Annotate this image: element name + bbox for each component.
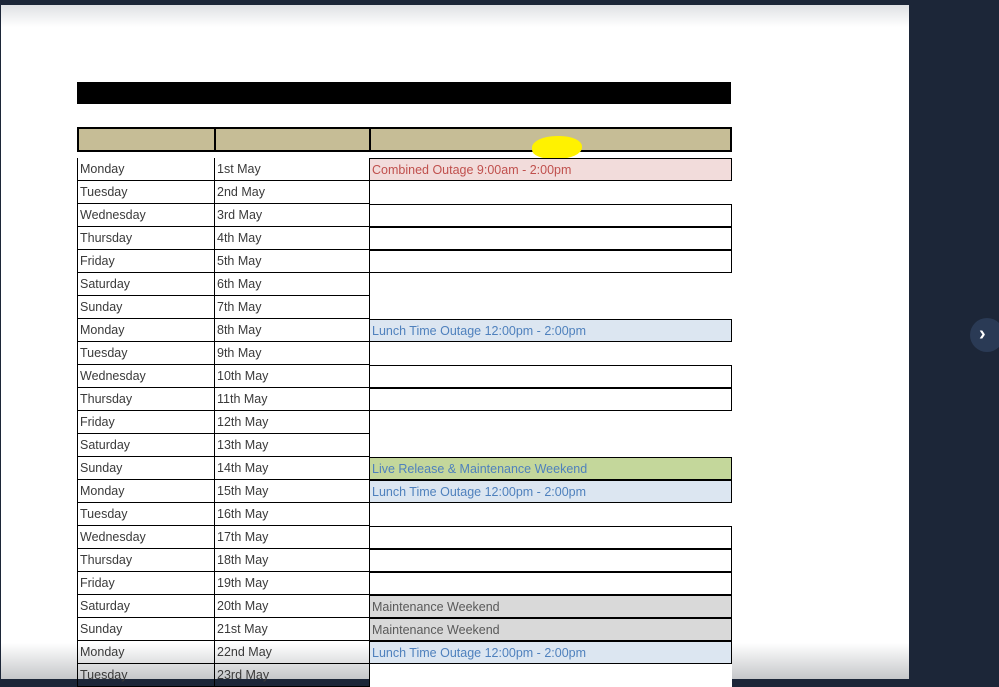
table-cell-date: 13th May: [214, 434, 370, 457]
table-cell-day: Tuesday: [77, 503, 215, 526]
header-cell-date: [216, 129, 371, 150]
table-cell-day: Monday: [77, 641, 215, 664]
table-cell-date: 15th May: [214, 480, 370, 503]
table-cell-note: [369, 549, 732, 572]
chevron-right-icon: ›: [979, 323, 986, 345]
yellow-highlight-mark: [532, 136, 582, 159]
table-cell-date: 19th May: [214, 572, 370, 595]
table-cell-date: 4th May: [214, 227, 370, 250]
table-cell-date: 9th May: [214, 342, 370, 365]
table-cell-day: Sunday: [77, 618, 215, 641]
table-header-row: [77, 127, 732, 152]
table-cell-note: [369, 411, 732, 434]
table-cell-note: Combined Outage 9:00am - 2:00pm: [369, 158, 732, 181]
table-cell-note: [369, 434, 732, 457]
table-cell-date: 6th May: [214, 273, 370, 296]
table-cell-note: [369, 572, 732, 595]
table-cell-day: Tuesday: [77, 664, 215, 687]
table-cell-date: 7th May: [214, 296, 370, 319]
table-cell-day: Wednesday: [77, 365, 215, 388]
table-cell-day: Friday: [77, 411, 215, 434]
table-cell-note: [369, 503, 732, 526]
page-top-shadow: [1, 5, 909, 27]
redacted-title-bar: [77, 82, 731, 104]
table-cell-date: 14th May: [214, 457, 370, 480]
table-cell-day: Saturday: [77, 273, 215, 296]
table-cell-note: [369, 181, 732, 204]
table-cell-date: 18th May: [214, 549, 370, 572]
table-cell-day: Friday: [77, 250, 215, 273]
table-cell-day: Wednesday: [77, 526, 215, 549]
table-cell-date: 16th May: [214, 503, 370, 526]
table-cell-date: 2nd May: [214, 181, 370, 204]
table-cell-note: [369, 526, 732, 549]
table-cell-note: Maintenance Weekend: [369, 595, 732, 618]
table-cell-date: 22nd May: [214, 641, 370, 664]
table-cell-note: [369, 342, 732, 365]
table-cell-day: Monday: [77, 319, 215, 342]
table-cell-note: Live Release & Maintenance Weekend: [369, 457, 732, 480]
table-cell-note: [369, 388, 732, 411]
table-cell-day: Saturday: [77, 434, 215, 457]
table-cell-date: 17th May: [214, 526, 370, 549]
table-cell-day: Thursday: [77, 549, 215, 572]
table-cell-note: [369, 296, 732, 319]
table-cell-note: [369, 227, 732, 250]
table-cell-date: 20th May: [214, 595, 370, 618]
table-cell-day: Saturday: [77, 595, 215, 618]
table-cell-day: Sunday: [77, 296, 215, 319]
table-cell-note: Maintenance Weekend: [369, 618, 732, 641]
table-cell-note: [369, 365, 732, 388]
table-cell-day: Tuesday: [77, 342, 215, 365]
table-cell-day: Sunday: [77, 457, 215, 480]
table-cell-date: 11th May: [214, 388, 370, 411]
table-cell-day: Wednesday: [77, 204, 215, 227]
table-cell-date: 10th May: [214, 365, 370, 388]
table-cell-day: Friday: [77, 572, 215, 595]
table-cell-note: Lunch Time Outage 12:00pm - 2:00pm: [369, 641, 732, 664]
table-cell-day: Thursday: [77, 388, 215, 411]
table-cell-day: Monday: [77, 158, 215, 181]
table-cell-note: [369, 204, 732, 227]
table-cell-date: 3rd May: [214, 204, 370, 227]
table-cell-day: Thursday: [77, 227, 215, 250]
table-cell-date: 8th May: [214, 319, 370, 342]
table-cell-date: 21st May: [214, 618, 370, 641]
table-cell-date: 5th May: [214, 250, 370, 273]
table-cell-note: Lunch Time Outage 12:00pm - 2:00pm: [369, 480, 732, 503]
table-cell-note: Lunch Time Outage 12:00pm - 2:00pm: [369, 319, 732, 342]
table-cell-note: [369, 250, 732, 273]
table-cell-day: Tuesday: [77, 181, 215, 204]
table-cell-note: [369, 664, 732, 687]
table-cell-date: 12th May: [214, 411, 370, 434]
next-page-button[interactable]: ›: [970, 318, 999, 352]
table-cell-date: 23rd May: [214, 664, 370, 687]
table-cell-date: 1st May: [214, 158, 370, 181]
table-cell-day: Monday: [77, 480, 215, 503]
table-cell-note: [369, 273, 732, 296]
header-cell-day: [79, 129, 216, 150]
